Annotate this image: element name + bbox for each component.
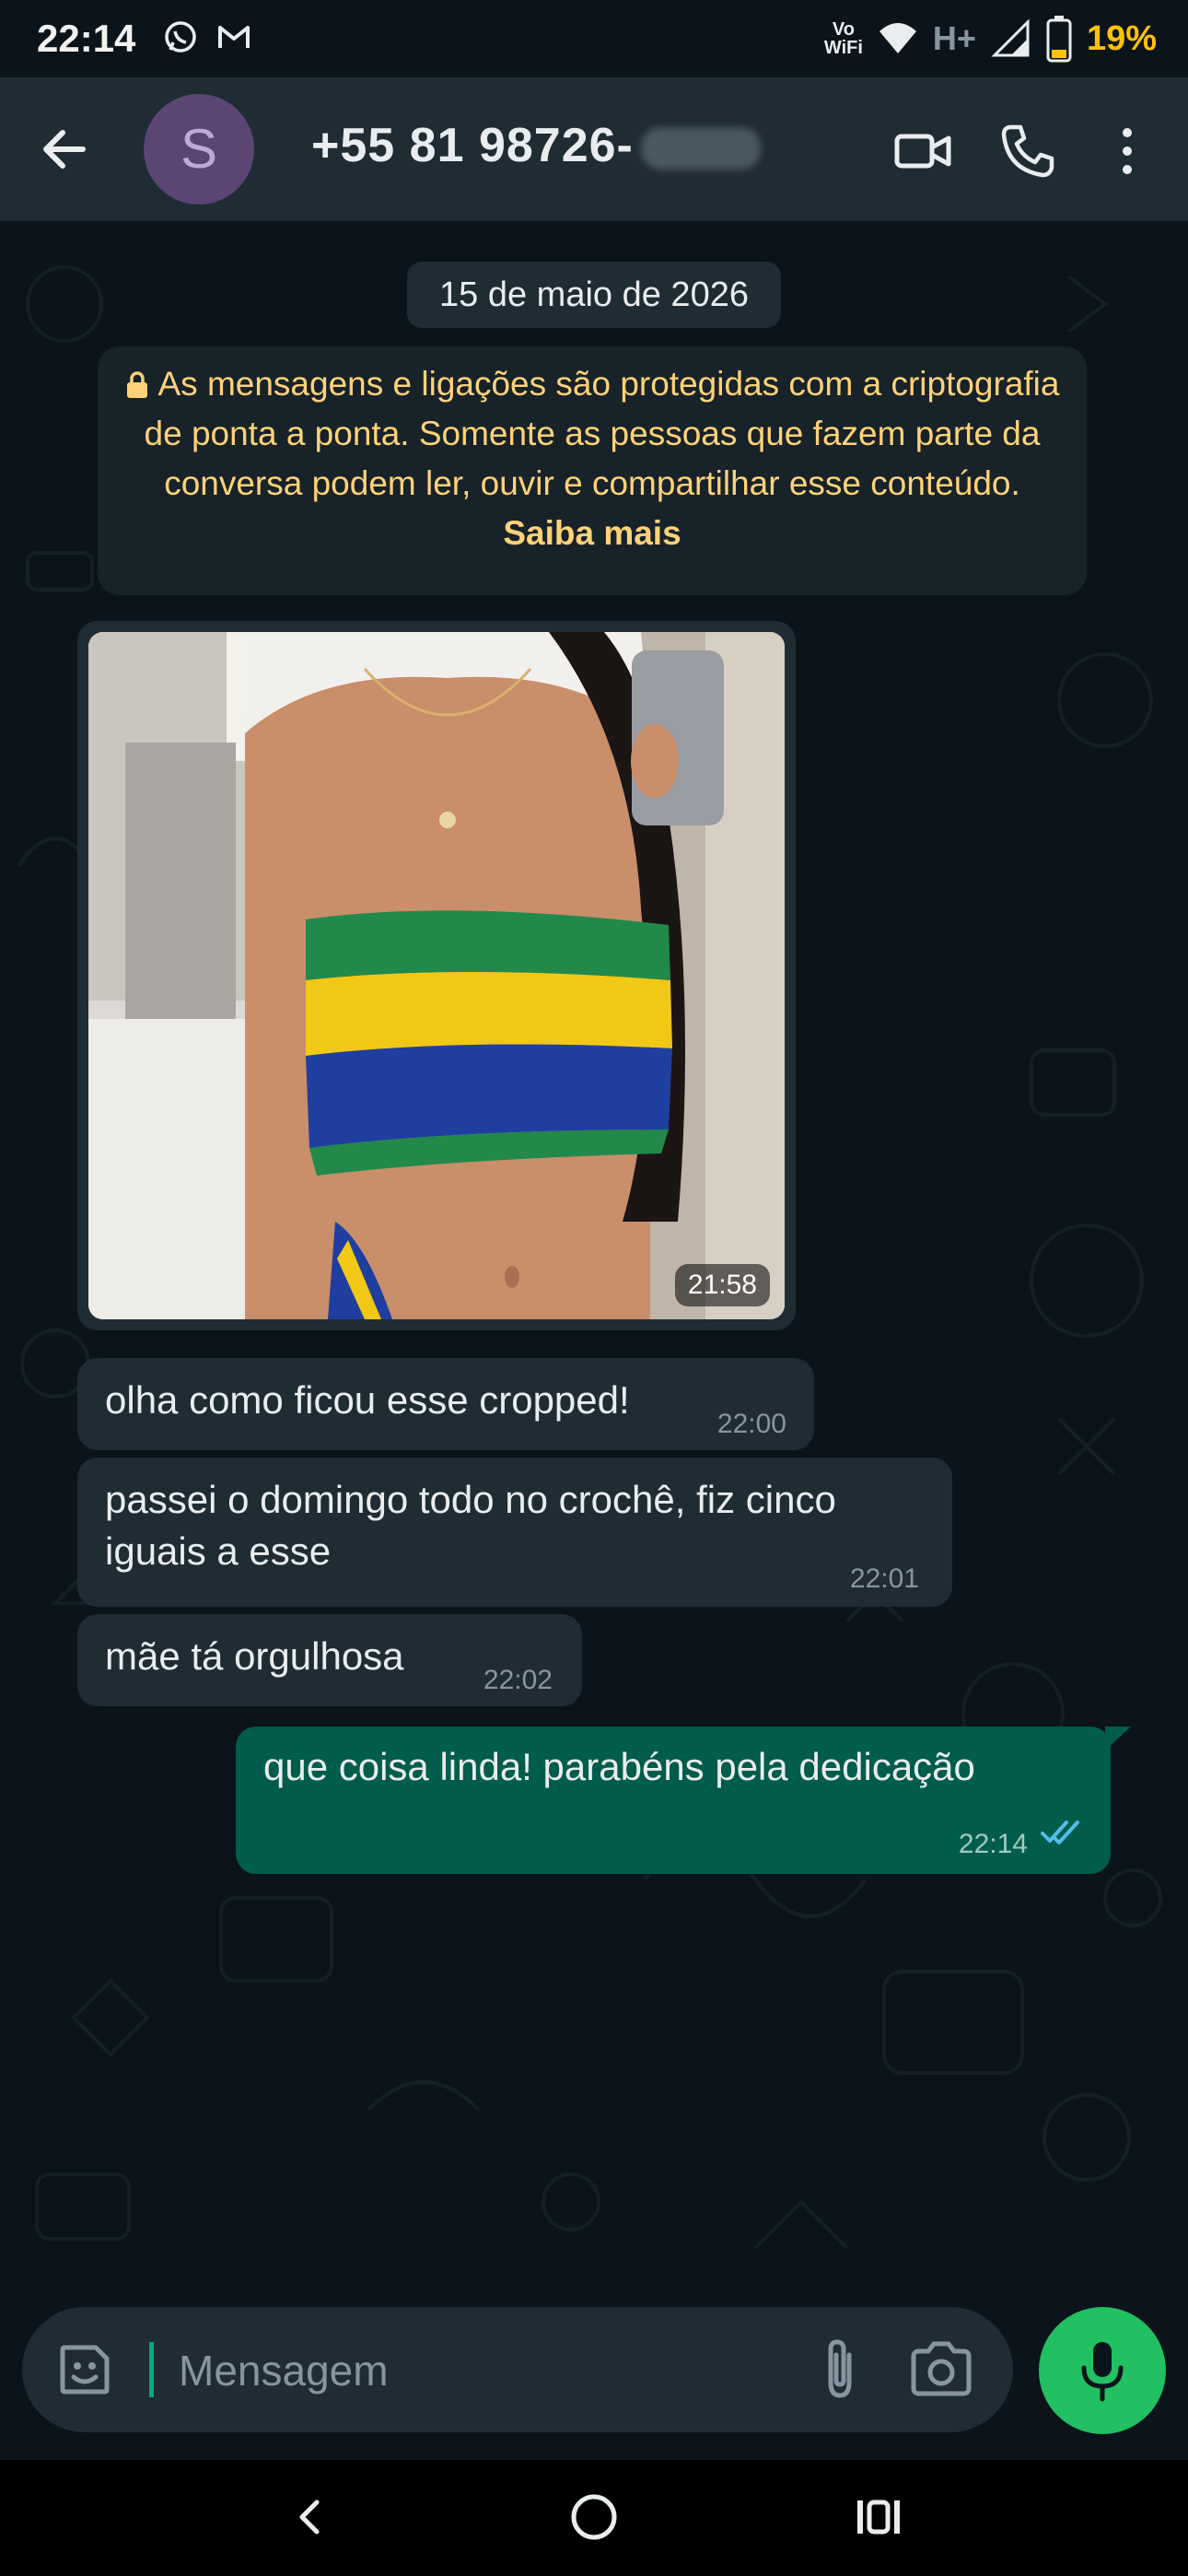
encryption-notice[interactable]: As mensagens e ligações são protegidas c… xyxy=(98,346,1087,595)
bubble-tail xyxy=(1105,1727,1131,1751)
photo-crochet-top xyxy=(88,632,785,1319)
vowifi-top: Vo xyxy=(832,19,855,40)
message-bubble-out[interactable]: que coisa linda! parabéns pela dedicação… xyxy=(236,1727,1111,1874)
status-bar: 22:14 Vo WiFi H+ 19% xyxy=(0,0,1188,77)
message-bubble-in[interactable]: passei o domingo todo no crochê, fiz cin… xyxy=(77,1458,952,1607)
phone-icon[interactable] xyxy=(998,122,1057,181)
lock-icon xyxy=(125,363,149,398)
message-time: 22:14 xyxy=(958,1829,1028,1859)
message-text: passei o domingo todo no crochê, fiz cin… xyxy=(105,1478,836,1573)
message-time: 22:02 xyxy=(483,1665,553,1695)
sticker-icon[interactable] xyxy=(55,2340,114,2399)
text-cursor xyxy=(149,2342,154,2397)
message-text: olha como ficou esse cropped! xyxy=(105,1378,630,1422)
system-nav-bar xyxy=(0,2460,1188,2576)
avatar[interactable]: S xyxy=(144,94,254,205)
mic-icon xyxy=(1081,2342,1124,2402)
message-text: que coisa linda! parabéns pela dedicação xyxy=(263,1745,975,1788)
learn-more-link[interactable]: Saiba mais xyxy=(503,514,681,552)
back-arrow-icon[interactable] xyxy=(37,122,92,177)
attach-icon[interactable] xyxy=(807,2336,873,2403)
image-time: 21:58 xyxy=(674,1264,770,1306)
camera-icon[interactable] xyxy=(906,2336,976,2403)
contact-name[interactable]: +55 81 98726- xyxy=(311,118,761,173)
contact-name-text: +55 81 98726- xyxy=(311,119,634,172)
read-ticks-icon xyxy=(1041,1821,1079,1844)
gmail-icon xyxy=(218,26,250,48)
redacted-blur xyxy=(640,127,761,170)
composer-bar xyxy=(22,2307,1013,2432)
message-bubble-in[interactable]: olha como ficou esse cropped! 22:00 xyxy=(77,1358,814,1450)
more-vert-icon[interactable] xyxy=(1098,122,1157,181)
status-time: 22:14 xyxy=(37,17,136,60)
chat-header: S +55 81 98726- xyxy=(0,77,1188,221)
nav-home-icon[interactable] xyxy=(557,2480,631,2554)
nav-recents-icon[interactable] xyxy=(842,2480,915,2554)
message-time: 22:01 xyxy=(849,1563,919,1594)
whatsapp-icon xyxy=(165,21,196,53)
date-separator: 15 de maio de 2026 xyxy=(407,262,781,328)
network-type: H+ xyxy=(932,19,976,57)
image-message[interactable]: 21:58 xyxy=(77,621,796,1330)
message-bubble-in[interactable]: mãe tá orgulhosa 22:02 xyxy=(77,1614,582,1706)
message-time: 22:00 xyxy=(716,1409,786,1439)
message-text: mãe tá orgulhosa xyxy=(105,1634,404,1678)
battery-icon xyxy=(1046,16,1072,63)
video-call-icon[interactable] xyxy=(893,122,952,181)
chat-area[interactable]: 15 de maio de 2026 As mensagens e ligaçõ… xyxy=(0,221,1188,2313)
wifi-icon xyxy=(879,23,916,53)
mic-button[interactable] xyxy=(1039,2307,1166,2434)
vowifi-indicator: Vo WiFi xyxy=(824,20,863,57)
nav-back-icon[interactable] xyxy=(273,2480,346,2554)
signal-icon xyxy=(991,18,1030,57)
encryption-text: As mensagens e ligações são protegidas c… xyxy=(144,365,1060,502)
battery-percent: 19% xyxy=(1086,18,1157,58)
vowifi-bottom: WiFi xyxy=(823,38,863,58)
status-right: Vo WiFi H+ 19% xyxy=(824,13,1157,64)
message-input[interactable] xyxy=(177,2335,788,2406)
shared-photo[interactable] xyxy=(88,632,785,1319)
